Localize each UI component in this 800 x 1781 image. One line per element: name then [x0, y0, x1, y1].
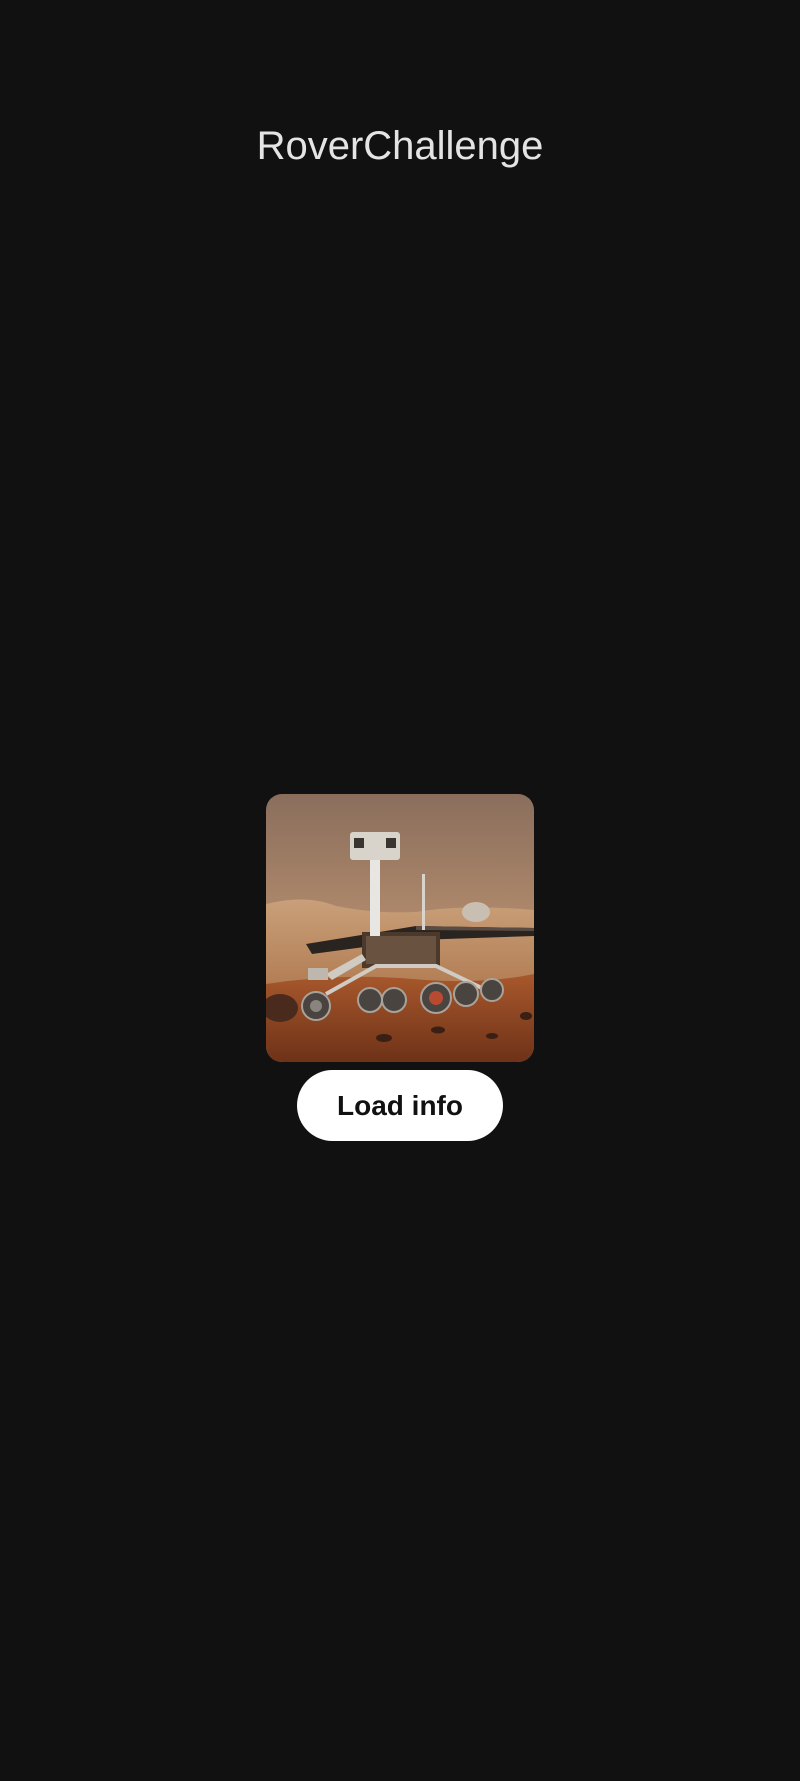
app-screen: RoverChallenge Load info: [0, 0, 800, 1781]
app-title: RoverChallenge: [256, 124, 544, 168]
load-info-button[interactable]: Load info: [297, 1070, 503, 1141]
rover-image: [266, 794, 534, 1062]
